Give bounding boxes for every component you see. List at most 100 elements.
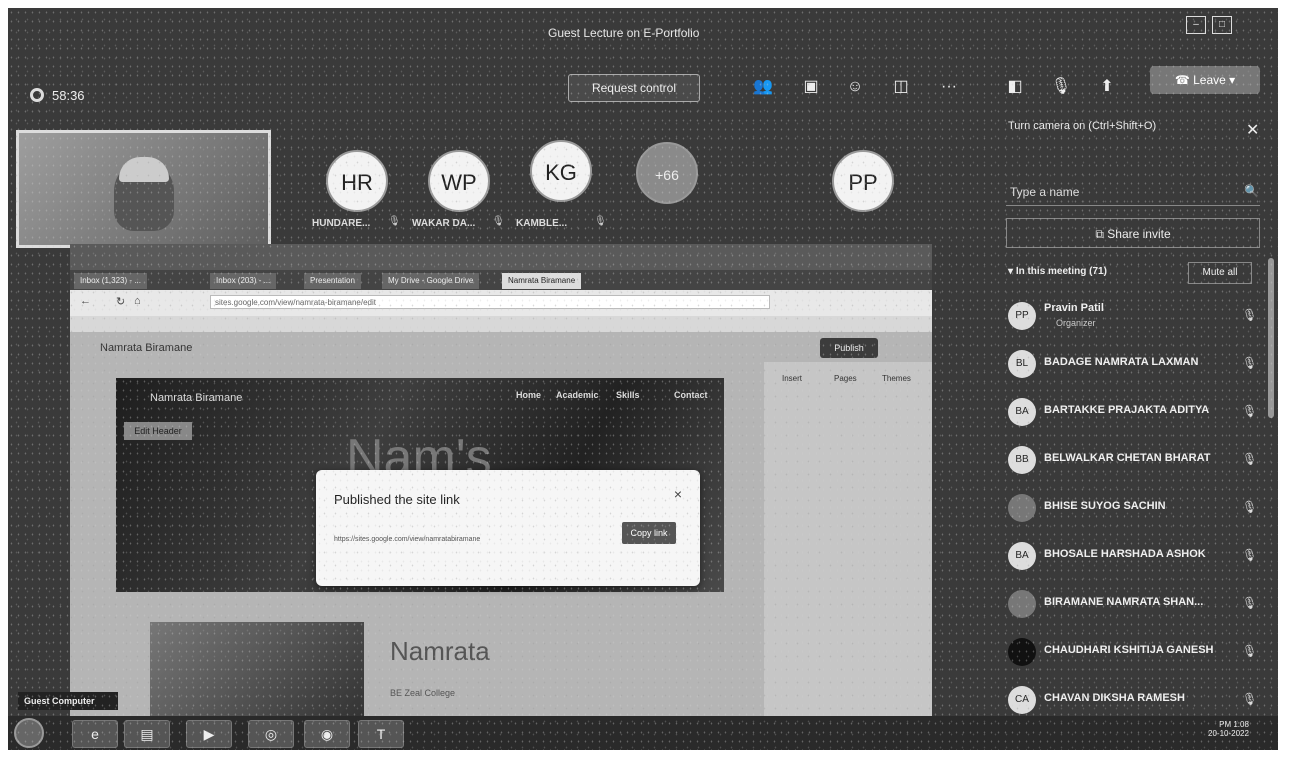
participant-avatar[interactable]: KG xyxy=(530,140,592,202)
nav-contact[interactable]: Contact xyxy=(674,390,708,400)
avatar: BL xyxy=(1008,350,1036,378)
profile-subtitle: BE Zeal College xyxy=(390,688,456,698)
participant-name: CHAUDHARI KSHITIJA GANESH xyxy=(1044,644,1214,656)
teams-window: Guest Lecture on E-Portfolio – □ 58:36 R… xyxy=(8,8,1278,750)
browser-tab[interactable]: Presentation xyxy=(304,273,361,289)
minimize-icon[interactable]: – xyxy=(1186,16,1206,34)
avatar: PP xyxy=(1008,302,1036,330)
taskbar: e ▤ ▶ ◎ ◉ T PM 1:08 20-10-2022 xyxy=(8,716,1278,750)
nav-home[interactable]: Home xyxy=(516,390,541,400)
close-icon[interactable]: × xyxy=(674,486,682,502)
leave-button[interactable]: ☎ Leave ▾ xyxy=(1150,66,1260,94)
more-participants-avatar[interactable]: +66 xyxy=(636,142,698,204)
participant-row[interactable]: BHISE SUYOG SACHIN 🎙 xyxy=(1004,486,1264,532)
avatar: CA xyxy=(1008,686,1036,714)
home-icon[interactable]: ⌂ xyxy=(134,295,141,307)
tab-insert[interactable]: Insert xyxy=(782,374,802,383)
camera-off-icon[interactable]: ◧ xyxy=(1002,74,1028,100)
avatar xyxy=(1008,590,1036,618)
search-icon[interactable]: 🔍 xyxy=(1244,184,1259,198)
participant-row[interactable]: BA BARTAKKE PRAJAKTA ADITYA 🎙 xyxy=(1004,390,1264,436)
tab-themes[interactable]: Themes xyxy=(882,374,911,383)
mic-off-icon: 🎙 xyxy=(1242,500,1258,514)
copy-link-button[interactable]: Copy link xyxy=(622,522,676,544)
in-meeting-label: In this meeting (71) xyxy=(1015,266,1107,277)
people-search-input[interactable]: Type a name xyxy=(1006,178,1260,206)
people-panel: Turn camera on (Ctrl+Shift+O) ✕ Type a n… xyxy=(998,108,1278,718)
participant-name: BIRAMANE NAMRATA SHAN... xyxy=(1044,596,1204,608)
avatar: BA xyxy=(1008,398,1036,426)
media-player-icon[interactable]: ▶ xyxy=(186,720,232,748)
close-icon[interactable]: ✕ xyxy=(1246,120,1259,140)
rooms-icon[interactable]: ◫ xyxy=(888,74,914,100)
browser-tab-active[interactable]: Namrata Biramane xyxy=(502,273,582,289)
participant-name: BARTAKKE PRAJAKTA ADITYA xyxy=(1044,404,1210,416)
participant-row[interactable]: BL BADAGE NAMRATA LAXMAN 🎙 xyxy=(1004,342,1264,388)
tab-pages[interactable]: Pages xyxy=(834,374,857,383)
more-icon[interactable]: ··· xyxy=(936,74,962,100)
mic-off-icon: 🎙 xyxy=(1242,692,1258,706)
window-title: Guest Lecture on E-Portfolio xyxy=(548,26,700,40)
file-explorer-icon[interactable]: ▤ xyxy=(124,720,170,748)
firefox-icon[interactable]: ◉ xyxy=(304,720,350,748)
chat-icon[interactable]: ▣ xyxy=(798,74,824,100)
browser-tab[interactable]: Inbox (203) - ... xyxy=(210,273,277,289)
in-meeting-header[interactable]: ▾ In this meeting (71) xyxy=(1008,266,1107,277)
url-field[interactable]: sites.google.com/view/namrata-biramane/e… xyxy=(210,295,770,309)
participant-row[interactable]: BB BELWALKAR CHETAN BHARAT 🎙 xyxy=(1004,438,1264,484)
participant-row[interactable]: BIRAMANE NAMRATA SHAN... 🎙 xyxy=(1004,582,1264,628)
nav-academic[interactable]: Academic xyxy=(556,390,599,400)
publish-button[interactable]: Publish xyxy=(820,338,878,358)
mic-off-icon: 🎙 xyxy=(1242,356,1258,370)
teams-icon[interactable]: T xyxy=(358,720,404,748)
people-icon[interactable]: 👥 xyxy=(750,74,776,100)
participant-name: KAMBLE... xyxy=(516,218,568,229)
avatar: BB xyxy=(1008,446,1036,474)
mute-all-button[interactable]: Mute all xyxy=(1188,262,1252,284)
participant-avatar[interactable]: WP xyxy=(428,150,490,212)
participant-row[interactable]: PP Pravin Patil Organizer 🎙 xyxy=(1004,294,1264,340)
maximize-icon[interactable]: □ xyxy=(1212,16,1232,34)
participant-name: Pravin Patil xyxy=(1044,302,1104,314)
share-icon[interactable]: ⬆ xyxy=(1094,74,1120,100)
mic-off-icon[interactable]: 🎙 xyxy=(1048,74,1074,100)
participant-row[interactable]: CHAUDHARI KSHITIJA GANESH 🎙 xyxy=(1004,630,1264,676)
reload-icon[interactable]: ↻ xyxy=(116,295,125,308)
share-invite-button[interactable]: ⧉ Share invite xyxy=(1006,218,1260,248)
site-title: Namrata Biramane xyxy=(100,342,193,354)
participant-name: BADAGE NAMRATA LAXMAN xyxy=(1044,356,1199,368)
participant-avatar[interactable]: HR xyxy=(326,150,388,212)
participant-row[interactable]: BA BHOSALE HARSHADA ASHOK 🎙 xyxy=(1004,534,1264,580)
back-icon[interactable]: ← xyxy=(80,295,91,307)
participant-name: BELWALKAR CHETAN BHARAT xyxy=(1044,452,1211,464)
avatar xyxy=(1008,638,1036,666)
nav-skills[interactable]: Skills xyxy=(616,390,640,400)
presenter-cap xyxy=(119,157,169,182)
editor-side-panel: Insert Pages Themes xyxy=(764,362,932,718)
reactions-icon[interactable]: ☺ xyxy=(842,74,868,100)
banner-site-name: Namrata Biramane xyxy=(150,392,243,404)
published-link[interactable]: https://sites.google.com/view/namratabir… xyxy=(334,536,480,543)
request-control-button[interactable]: Request control xyxy=(568,74,700,102)
title-bar: Guest Lecture on E-Portfolio – □ xyxy=(8,8,1278,56)
browser-tab[interactable]: Inbox (1,323) - ... xyxy=(74,273,147,289)
bookmarks-bar xyxy=(70,316,932,332)
start-button[interactable] xyxy=(14,718,44,748)
browser-tabs: Inbox (1,323) - ... Inbox (203) - ... Pr… xyxy=(70,270,932,290)
mic-off-icon: 🎙 xyxy=(594,216,607,227)
share-invite-label: Share invite xyxy=(1107,227,1171,241)
chrome-icon[interactable]: ◎ xyxy=(248,720,294,748)
scrollbar[interactable] xyxy=(1268,258,1274,418)
system-clock[interactable]: PM 1:08 20-10-2022 xyxy=(1208,720,1249,738)
participant-name: BHISE SUYOG SACHIN xyxy=(1044,500,1166,512)
mic-off-icon: 🎙 xyxy=(388,216,401,227)
participant-avatar[interactable]: PP xyxy=(832,150,894,212)
participant-name: WAKAR DA... xyxy=(412,218,476,229)
internet-explorer-icon[interactable]: e xyxy=(72,720,118,748)
browser-tab[interactable]: My Drive - Google Drive xyxy=(382,273,480,289)
participant-name: HUNDARE... xyxy=(312,218,371,229)
edit-header-button[interactable]: Edit Header xyxy=(124,422,192,440)
mic-off-icon: 🎙 xyxy=(1242,308,1258,322)
recording-icon xyxy=(30,88,44,102)
dialog-title: Published the site link xyxy=(334,492,460,507)
